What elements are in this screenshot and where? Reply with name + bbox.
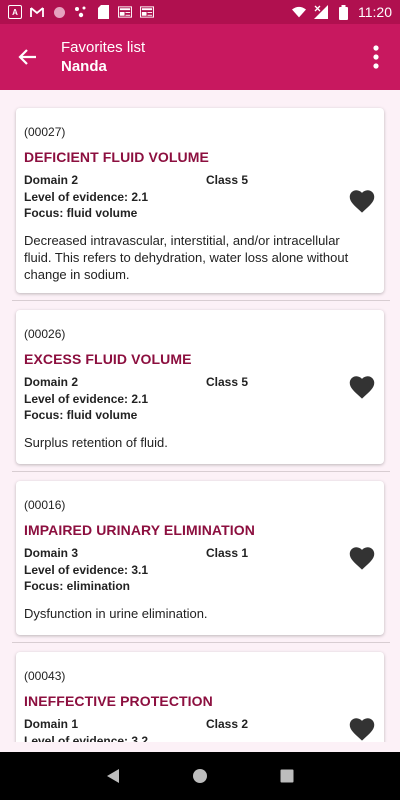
arrow-left-icon [18,49,36,65]
back-button[interactable] [14,43,42,71]
page-title: Favorites list [61,39,146,56]
heart-icon[interactable] [348,374,376,400]
favorite-card[interactable]: (00016) IMPAIRED URINARY ELIMINATION Dom… [16,481,384,635]
more-vert-icon [373,45,379,69]
nav-back-button[interactable] [101,764,125,788]
item-evidence: Level of evidence: 2.1 [24,391,149,406]
wifi-icon [292,5,306,19]
item-code: (00027) [24,125,66,139]
divider [12,471,390,472]
divider [12,300,390,301]
list-bottom-strip [0,742,400,752]
signal-icon [314,5,328,19]
item-description: Dysfunction in urine elimination. [24,605,208,621]
favorites-list[interactable]: (00027) DEFICIENT FLUID VOLUME Domain 2 … [0,90,400,742]
clock: 11:20 [358,4,392,20]
heart-icon[interactable] [348,188,376,214]
item-domain: Domain 1 [24,717,79,731]
page-subtitle: Nanda [61,58,107,75]
newspaper-icon [118,5,132,19]
heart-icon[interactable] [348,716,376,742]
dots-icon [74,5,88,19]
item-title: DEFICIENT FLUID VOLUME [24,149,209,165]
notification-icons: A [8,5,154,19]
nav-recents-icon [280,769,294,783]
item-title: INEFFECTIVE PROTECTION [24,693,213,709]
more-options-button[interactable] [364,43,388,71]
heart-icon[interactable] [348,545,376,571]
title-block: Favorites list Nanda [61,39,145,77]
item-class: Class 2 [206,717,249,731]
item-code: (00016) [24,498,66,512]
item-domain: Domain 3 [24,546,79,560]
item-focus: Focus: fluid volume [24,206,138,220]
favorite-card[interactable]: (00043) INEFFECTIVE PROTECTION Domain 1 … [16,652,384,742]
item-code: (00043) [24,669,66,683]
system-nav-bar [0,752,400,800]
divider [12,642,390,643]
favorite-card[interactable]: (00026) EXCESS FLUID VOLUME Domain 2 Cla… [16,310,384,464]
favorite-card[interactable]: (00027) DEFICIENT FLUID VOLUME Domain 2 … [16,108,384,293]
newspaper-icon [140,5,154,19]
nav-home-icon [192,769,207,783]
item-title: IMPAIRED URINARY ELIMINATION [24,522,255,538]
item-meta: Domain 1 Class 2 Level of evidence: 3.2 [24,716,374,742]
item-code: (00026) [24,327,66,341]
item-domain: Domain 2 [24,375,79,389]
item-description: Surplus retention of fluid. [24,434,168,450]
item-meta: Domain 2 Class 5 Level of evidence: 2.1 … [24,172,374,222]
item-focus: Focus: fluid volume [24,408,138,422]
status-bar: A 11:20 [0,0,400,24]
nav-home-button[interactable] [188,764,212,788]
item-meta: Domain 3 Class 1 Level of evidence: 3.1 … [24,545,374,595]
app-bar: Favorites list Nanda [0,24,400,90]
item-meta: Domain 2 Class 5 Level of evidence: 2.1 … [24,374,374,424]
item-description: Decreased intravascular, interstitial, a… [24,232,349,282]
item-class: Class 5 [206,173,249,187]
item-title: EXCESS FLUID VOLUME [24,351,192,367]
battery-icon [336,4,350,20]
item-domain: Domain 2 [24,173,79,187]
item-focus: Focus: elimination [24,579,131,593]
nav-back-icon [107,769,120,783]
a-box-icon: A [8,5,22,19]
item-evidence: Level of evidence: 2.1 [24,189,149,204]
item-evidence: Level of evidence: 3.1 [24,562,149,577]
gmail-icon [30,5,44,19]
system-icons: 11:20 [292,4,392,20]
nav-recents-button[interactable] [275,764,299,788]
circle-icon [52,5,66,19]
item-class: Class 5 [206,375,249,389]
item-evidence: Level of evidence: 3.2 [24,733,149,743]
item-class: Class 1 [206,546,249,560]
sd-card-icon [96,5,110,19]
